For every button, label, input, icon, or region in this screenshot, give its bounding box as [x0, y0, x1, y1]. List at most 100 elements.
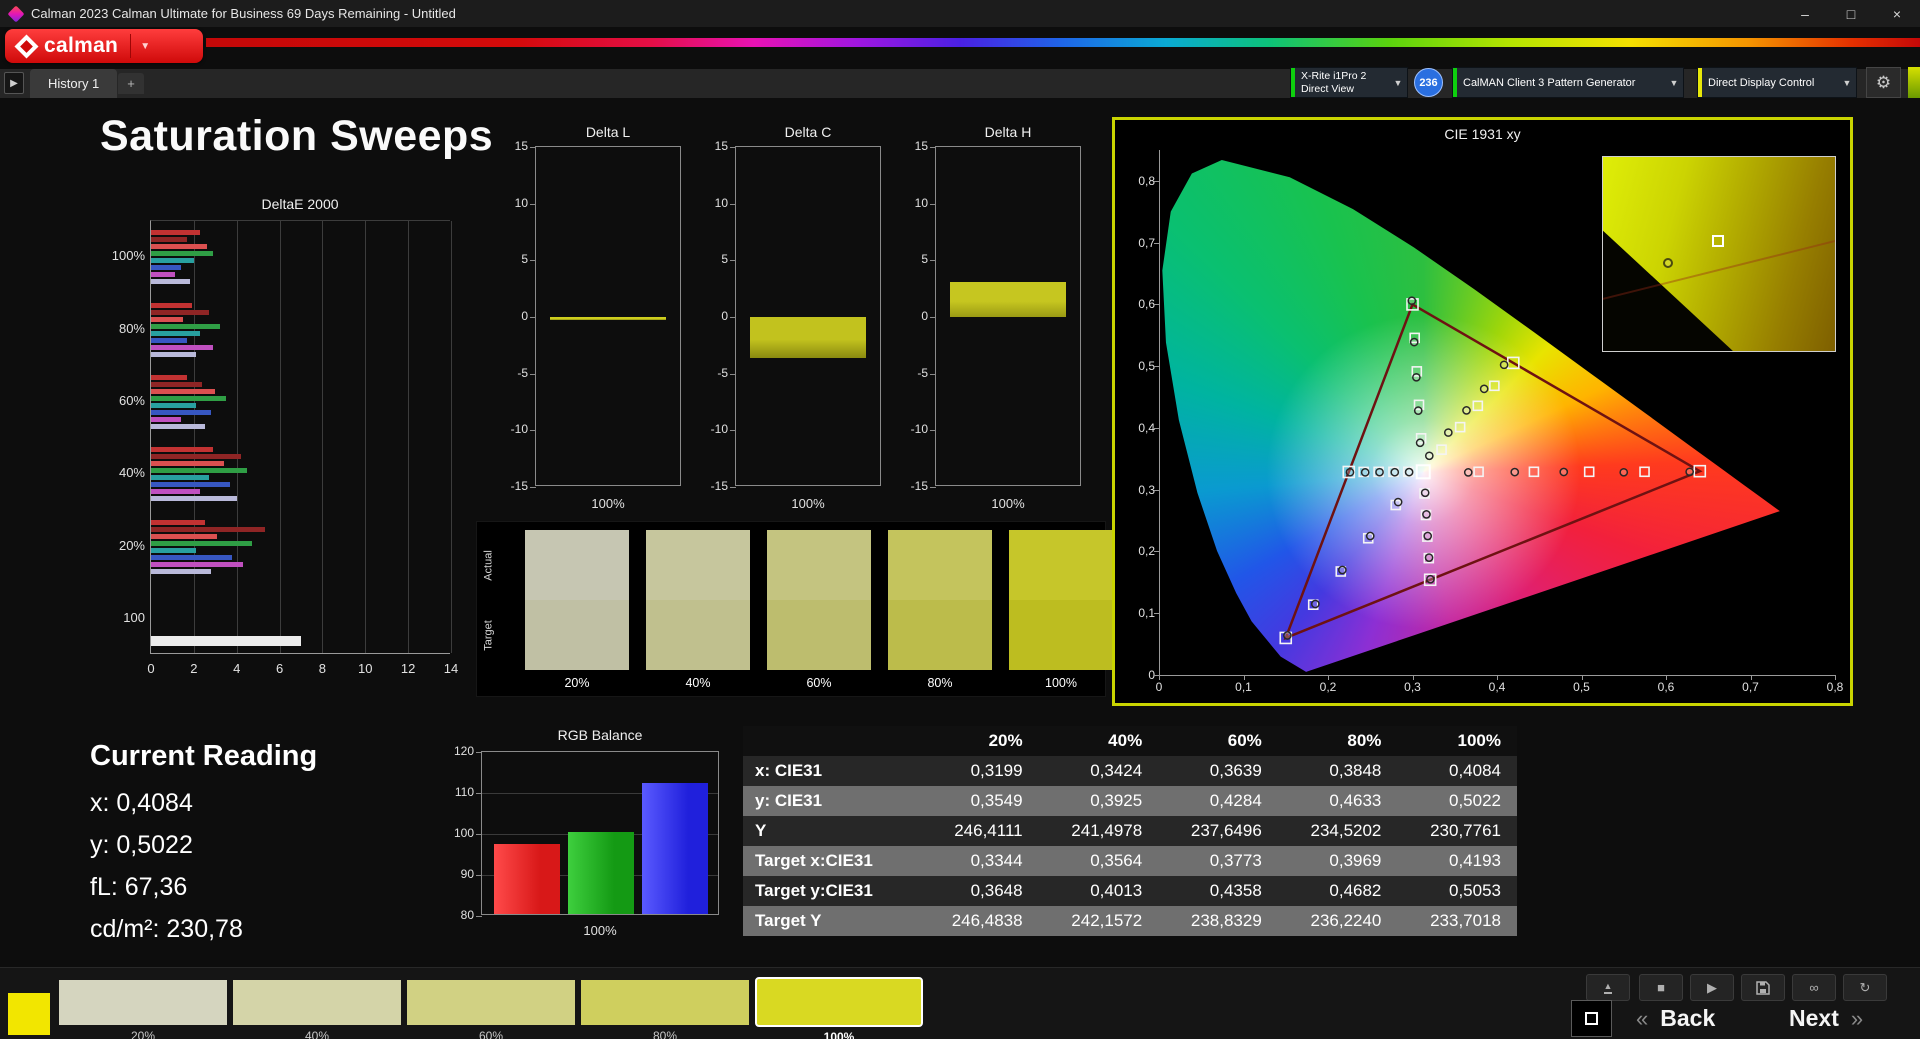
tick [730, 147, 736, 148]
swatch-column: 40% [646, 530, 750, 690]
calman-logo-menu[interactable]: calman ▼ [5, 29, 203, 63]
tick [530, 317, 536, 318]
swatch-label: 80% [888, 676, 992, 690]
next-button[interactable]: Next » [1789, 1000, 1863, 1037]
y-axis-label: 5 [698, 252, 728, 266]
cyan-measured-marker [1346, 469, 1353, 476]
blue-measured-marker [1339, 566, 1346, 573]
reading-cdm2: cd/m²: 230,78 [90, 915, 317, 944]
add-tab-button[interactable]: + [118, 73, 144, 94]
row-label: Target Y [743, 911, 919, 931]
chevron-down-icon[interactable]: ▼ [1665, 78, 1683, 88]
deltae-bar [151, 230, 200, 235]
pattern-thumb-label: 100% [755, 1030, 923, 1039]
gridline [408, 221, 409, 653]
chevron-down-icon[interactable]: ▼ [1838, 78, 1856, 88]
actual-swatch [525, 530, 629, 600]
x-axis-label: 0,6 [1658, 680, 1675, 694]
table-row: Target y:CIE310,36480,40130,43580,46820,… [743, 876, 1517, 906]
stop-icon[interactable]: ■ [1639, 974, 1683, 1001]
x-axis-label: 6 [276, 661, 283, 676]
pattern-generator-dropdown[interactable]: CalMAN Client 3 Pattern Generator ▼ [1452, 67, 1684, 98]
eject-icon[interactable]: ▲ [1586, 974, 1630, 1001]
gear-icon[interactable]: ⚙ [1866, 67, 1901, 98]
table-cell: 0,4633 [1278, 791, 1398, 811]
title-bar: Calman 2023 Calman Ultimate for Business… [0, 0, 1920, 27]
y-axis-label: 0,6 [1121, 297, 1155, 311]
minimize-icon[interactable]: – [1782, 0, 1828, 27]
display-control-dropdown[interactable]: Direct Display Control ▼ [1697, 67, 1857, 98]
maximize-icon[interactable]: □ [1828, 0, 1874, 27]
pattern-thumb[interactable] [755, 977, 923, 1027]
table-cell: 246,4111 [919, 821, 1039, 841]
x-axis-label: 2 [190, 661, 197, 676]
pattern-thumb[interactable] [233, 980, 401, 1025]
continuous-icon[interactable]: ∞ [1792, 974, 1836, 1001]
y-axis-label: 0 [898, 309, 928, 323]
actual-swatch [888, 530, 992, 600]
magenta-measured-marker [1422, 489, 1429, 496]
chevron-down-icon[interactable]: ▼ [1389, 78, 1407, 88]
pattern-thumb[interactable] [581, 980, 749, 1025]
actual-swatch [767, 530, 871, 600]
pattern-window-icon[interactable] [1571, 1000, 1612, 1037]
table-row: Y246,4111241,4978237,6496234,5202230,776… [743, 816, 1517, 846]
deltae-bar [151, 375, 187, 380]
play-icon[interactable]: ▶ [1690, 974, 1734, 1001]
table-row: x: CIE310,31990,34240,36390,38480,4084 [743, 756, 1517, 786]
meter-dropdown[interactable]: X-Rite i1Pro 2 Direct View ▼ [1290, 67, 1408, 98]
red-measured-marker [1686, 468, 1693, 475]
table-cell: 0,4193 [1397, 851, 1517, 871]
deltae-bar [151, 279, 190, 284]
pattern-thumb[interactable] [59, 980, 227, 1025]
target-swatch [525, 600, 629, 670]
meter-name: X-Rite i1Pro 2 [1301, 70, 1366, 82]
magenta-measured-marker [1423, 511, 1430, 518]
deltae-bar [151, 251, 213, 256]
tick [530, 487, 536, 488]
y-axis-label: 0,4 [1121, 421, 1155, 435]
target-swatch [888, 600, 992, 670]
deltae2000-title: DeltaE 2000 [150, 196, 450, 212]
deltae-bar [151, 258, 194, 263]
green-measured-marker [1413, 374, 1420, 381]
swatch-comparison-panel: Actual Target 20%40%60%80%100% [476, 521, 1106, 697]
back-button[interactable]: « Back [1636, 1000, 1715, 1037]
x-axis-label: 12 [401, 661, 415, 676]
y-axis-label: 0 [1121, 668, 1155, 682]
x-axis-label: 0,5 [1573, 680, 1590, 694]
blue-measured-marker [1312, 600, 1319, 607]
gridline [194, 221, 195, 653]
table-cell: 0,4682 [1278, 881, 1398, 901]
x-axis-label: 0,8 [1827, 680, 1844, 694]
y-axis-label: 15 [898, 139, 928, 153]
tick [476, 752, 482, 753]
save-icon[interactable] [1741, 974, 1785, 1001]
deltae-bar [151, 410, 211, 415]
tick [1154, 428, 1159, 429]
table-cell: 0,3969 [1278, 851, 1398, 871]
pattern-thumb[interactable] [407, 980, 575, 1025]
table-row: y: CIE310,35490,39250,42840,46330,5022 [743, 786, 1517, 816]
meter-count-badge[interactable]: 236 [1414, 68, 1443, 97]
swatch-label: 40% [646, 676, 750, 690]
chevron-down-icon[interactable]: ▼ [131, 41, 159, 52]
tab-history-1[interactable]: History 1 [30, 69, 117, 98]
table-cell: 0,3424 [1039, 761, 1159, 781]
tick [1154, 366, 1159, 367]
cyan-measured-marker [1376, 469, 1383, 476]
table-cell: 242,1572 [1039, 911, 1159, 931]
actual-swatch [1009, 530, 1113, 600]
close-icon[interactable]: × [1874, 0, 1920, 27]
header-cell: 40% [1039, 731, 1159, 751]
loop-icon[interactable]: ↻ [1843, 974, 1887, 1001]
deltae-bar [151, 396, 226, 401]
panel-expand-icon[interactable]: ▶ [4, 72, 24, 94]
deltae-bar [151, 534, 217, 539]
tick [1159, 675, 1160, 680]
y-axis-label: -5 [498, 366, 528, 380]
cyan-measured-marker [1391, 469, 1398, 476]
table-row: Target Y246,4838242,1572238,8329236,2240… [743, 906, 1517, 936]
swatch-column: 60% [767, 530, 871, 690]
yellow-measured-marker [1481, 385, 1488, 392]
